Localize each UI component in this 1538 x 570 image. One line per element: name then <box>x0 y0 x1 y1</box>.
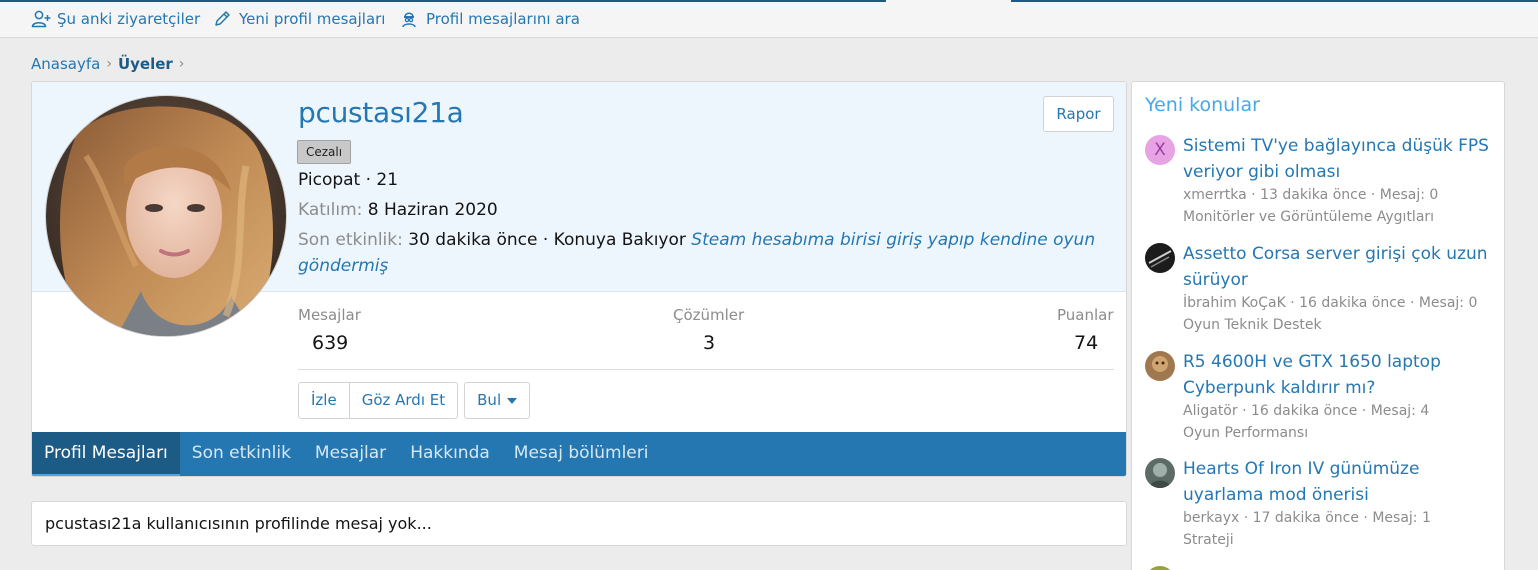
chevron-right-icon: › <box>106 56 112 72</box>
profile-last-activity: Son etkinlik: 30 dakika önce · Konuya Ba… <box>298 230 1095 250</box>
banned-badge: Cezalı <box>297 140 352 164</box>
thread-forum-link[interactable]: Oyun Performansı <box>1183 425 1308 441</box>
stat-points-value[interactable]: 74 <box>1074 332 1098 354</box>
thread-forum-link[interactable]: Strateji <box>1183 532 1234 548</box>
find-label: Bul <box>477 391 502 409</box>
thread-meta: berkayx · 17 dakika önce · Mesaj: 1 <box>1183 510 1431 526</box>
stat-solutions-value[interactable]: 3 <box>703 332 715 354</box>
subnav-label: Profil mesajlarını ara <box>426 10 580 28</box>
subnav-label: Şu anki ziyaretçiler <box>57 10 201 28</box>
activity-label: Son etkinlik: <box>298 230 403 250</box>
profile-joined: Katılım: 8 Haziran 2020 <box>298 200 498 220</box>
user-search-icon <box>402 12 416 28</box>
thread-meta: xmerrtka · 13 dakika önce · Mesaj: 0 <box>1183 187 1439 203</box>
subnav-current-visitors[interactable]: Şu anki ziyaretçiler <box>31 10 200 28</box>
tab-message-sections[interactable]: Mesaj bölümleri <box>502 432 661 476</box>
subnav-search-profile-posts[interactable]: Profil mesajlarını ara <box>400 10 580 28</box>
tab-latest-activity[interactable]: Son etkinlik <box>180 432 303 476</box>
sidebar-new-threads: Yeni konular X Sistemi TV'ye bağlayınca … <box>1131 81 1505 570</box>
stat-messages-label[interactable]: Mesajlar <box>298 306 361 324</box>
find-dropdown-button[interactable]: Bul <box>464 382 531 419</box>
profile-title-line: Picopat · 21 <box>298 170 399 190</box>
tab-about[interactable]: Hakkında <box>398 432 502 476</box>
report-button[interactable]: Rapor <box>1043 96 1114 132</box>
thread-title-link[interactable]: Sistemi TV'ye bağlayınca düşük FPS veriy… <box>1183 133 1503 185</box>
profile-subnav: Şu anki ziyaretçiler Yeni profil mesajla… <box>0 0 1538 38</box>
joined-label: Katılım: <box>298 200 363 220</box>
avatar-letter: X <box>1154 140 1166 160</box>
divider <box>298 369 1114 370</box>
avatar-image <box>1145 243 1175 273</box>
joined-value: 8 Haziran 2020 <box>367 200 498 220</box>
user-plus-icon <box>31 10 51 28</box>
avatar[interactable] <box>1145 566 1175 570</box>
sidebar-title[interactable]: Yeni konular <box>1145 94 1260 116</box>
thread-title-line: R5 4600H ve GTX 1650 laptop <box>1183 352 1441 372</box>
thread-meta: Aligatör · 16 dakika önce · Mesaj: 4 <box>1183 403 1430 419</box>
thread-title-line: sürüyor <box>1183 270 1248 290</box>
breadcrumb: Anasayfa › Üyeler › <box>31 55 190 73</box>
thread-title-line: Hearts Of Iron IV günümüze <box>1183 459 1420 479</box>
activity-thread-link[interactable]: Steam hesabıma birisi giriş yapıp kendin… <box>691 230 1095 250</box>
avatar[interactable] <box>1145 351 1175 381</box>
follow-button[interactable]: İzle <box>298 382 350 419</box>
chevron-right-icon: › <box>178 56 185 72</box>
nav-accent-line <box>1011 0 1538 2</box>
tab-postings[interactable]: Mesajlar <box>303 432 398 476</box>
breadcrumb-home[interactable]: Anasayfa <box>31 55 100 73</box>
pencil-icon <box>215 11 230 26</box>
thread-meta: İbrahim KoÇaK · 16 dakika önce · Mesaj: … <box>1183 295 1478 311</box>
activity-thread-link[interactable]: göndermiş <box>298 256 388 276</box>
avatar-image <box>1145 458 1175 488</box>
thread-title-line: veriyor gibi olması <box>1183 162 1341 182</box>
avatar[interactable] <box>45 95 287 337</box>
avatar[interactable]: X <box>1145 135 1175 165</box>
stat-solutions-label[interactable]: Çözümler <box>673 306 744 324</box>
breadcrumb-members[interactable]: Üyeler <box>118 55 173 73</box>
stat-points-label[interactable]: Puanlar <box>1057 306 1114 324</box>
activity-value: 30 dakika önce · Konuya Bakıyor <box>408 230 686 250</box>
ignore-button[interactable]: Göz Ardı Et <box>349 382 459 419</box>
stat-messages-value[interactable]: 639 <box>312 332 348 354</box>
thread-forum-link[interactable]: Monitörler ve Görüntüleme Aygıtları <box>1183 209 1434 225</box>
thread-title-line: Cyberpunk kaldırır mı? <box>1183 378 1376 398</box>
avatar-portrait-image <box>46 96 286 336</box>
profile-last-activity-cont: göndermiş <box>298 256 388 276</box>
profile-posts-empty-message: pcustası21a kullanıcısının profilinde me… <box>31 501 1127 546</box>
avatar[interactable] <box>1145 458 1175 488</box>
thread-title-line: uyarlama mod önerisi <box>1183 485 1369 505</box>
caret-down-icon <box>507 397 518 404</box>
thread-title-link[interactable]: R5 4600H ve GTX 1650 laptop Cyberpunk ka… <box>1183 349 1503 401</box>
thread-title-link[interactable]: Hearts Of Iron IV günümüze uyarlama mod … <box>1183 456 1503 508</box>
profile-actions: İzle Göz Ardı Et Bul <box>298 382 531 419</box>
profile-tabs: Profil Mesajları Son etkinlik Mesajlar H… <box>32 432 1126 476</box>
thread-title-link[interactable]: Assetto Corsa server girişi çok uzun sür… <box>1183 241 1503 293</box>
avatar[interactable] <box>1145 243 1175 273</box>
subnav-label: Yeni profil mesajları <box>239 10 386 28</box>
avatar-image <box>1145 351 1175 381</box>
thread-forum-link[interactable]: Oyun Teknik Destek <box>1183 317 1322 333</box>
subnav-new-profile-posts[interactable]: Yeni profil mesajları <box>213 10 385 28</box>
profile-username: pcustası21a <box>298 96 464 129</box>
profile-card: pcustası21a Cezalı Picopat · 21 Katılım:… <box>31 81 1127 477</box>
nav-accent-line <box>0 0 886 2</box>
tab-profile-posts[interactable]: Profil Mesajları <box>32 432 180 476</box>
thread-title-line: Sistemi TV'ye bağlayınca düşük FPS <box>1183 136 1489 156</box>
thread-title-line: Assetto Corsa server girişi çok uzun <box>1183 244 1488 264</box>
